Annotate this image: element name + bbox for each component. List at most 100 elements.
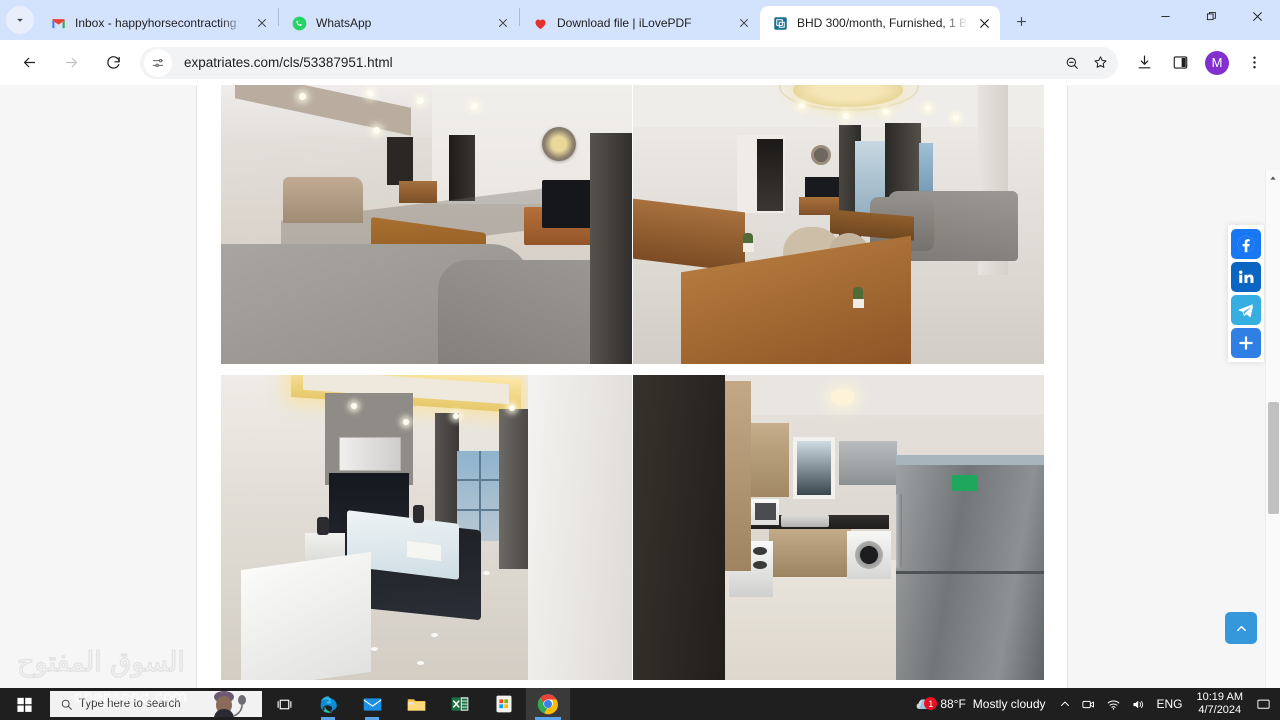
- reload-icon: [106, 56, 120, 69]
- scrollbar-thumb[interactable]: [1268, 402, 1279, 514]
- maximize-button[interactable]: [1188, 0, 1234, 32]
- taskbar-app-chrome[interactable]: [526, 688, 570, 720]
- omnibox-actions: [1058, 49, 1114, 77]
- kitchen-sink: [781, 515, 829, 527]
- taskbar-app-store[interactable]: [482, 688, 526, 720]
- ceiling-light: [831, 389, 855, 405]
- taskbar-app-mail[interactable]: [350, 688, 394, 720]
- whatsapp-icon: [291, 15, 307, 31]
- start-button[interactable]: [0, 688, 48, 720]
- tab-close-icon[interactable]: [252, 13, 272, 33]
- windows-logo-icon: [16, 697, 32, 712]
- arrow-right-icon: [65, 57, 77, 68]
- floor-reflection: [483, 571, 490, 575]
- tab-close-icon[interactable]: [493, 13, 513, 33]
- zoom-button[interactable]: [1058, 49, 1086, 77]
- share-telegram-button[interactable]: [1231, 295, 1261, 325]
- opensooq-watermark: السوق المفتوح: [16, 646, 185, 678]
- refrigerator-door-divider: [896, 571, 1044, 574]
- tab-close-icon[interactable]: [974, 13, 994, 33]
- url-text[interactable]: expatriates.com/cls/53387951.html: [184, 55, 1058, 70]
- share-facebook-button[interactable]: [1231, 229, 1261, 259]
- ceiling-light: [471, 103, 478, 110]
- side-panel-button[interactable]: [1165, 48, 1195, 78]
- minimize-button[interactable]: [1142, 0, 1188, 32]
- ceiling-light: [843, 113, 849, 119]
- taskbar-app-excel[interactable]: [438, 688, 482, 720]
- task-view-button[interactable]: [262, 688, 306, 720]
- wifi-icon: [1107, 700, 1119, 710]
- search-box-watermark: opensooq.com: [74, 688, 188, 707]
- weather-widget[interactable]: 1 88°F Mostly cloudy: [909, 694, 1053, 714]
- clock-widget[interactable]: 10:19 AM 4/7/2024: [1189, 691, 1251, 717]
- taskbar-app-file-explorer[interactable]: [394, 688, 438, 720]
- site-info-button[interactable]: [144, 48, 172, 77]
- base-cabinet: [769, 529, 851, 577]
- tab-search-button[interactable]: [6, 6, 34, 34]
- tab-title: Download file | iLovePDF: [557, 16, 692, 30]
- forward-button[interactable]: [55, 47, 87, 79]
- listing-photo-dining-area[interactable]: [633, 85, 1044, 364]
- page-scrollbar[interactable]: [1265, 170, 1280, 688]
- ilovepdf-icon: [532, 15, 548, 31]
- tab-download-file-ilovepdf[interactable]: Download file | iLovePDF: [520, 6, 760, 40]
- scrollbar-up-arrow[interactable]: [1266, 170, 1280, 186]
- restore-icon: [1206, 11, 1216, 20]
- clock-date: 4/7/2024: [1198, 704, 1242, 716]
- wall-mirror: [811, 145, 831, 165]
- chevron-down-icon: [17, 18, 23, 22]
- back-to-top-button[interactable]: [1225, 612, 1257, 644]
- star-icon: [1093, 56, 1107, 68]
- expatriates-icon: [772, 15, 788, 31]
- listing-photo-kitchen[interactable]: [633, 375, 1044, 680]
- range-hood: [839, 441, 897, 485]
- tab-bhd-300-month-furnished[interactable]: BHD 300/month, Furnished, 1 B: [760, 6, 1000, 40]
- tab-inbox-happyhorsecontracting[interactable]: Inbox - happyhorsecontracting: [38, 6, 278, 40]
- curtain-right: [499, 409, 529, 569]
- show-hidden-icons-button[interactable]: [1054, 688, 1076, 720]
- ceiling-light: [373, 127, 380, 134]
- ceiling-light: [509, 405, 515, 411]
- weather-condition: Mostly cloudy: [972, 697, 1046, 711]
- ceiling-light: [925, 105, 931, 111]
- plus-icon: [1016, 16, 1026, 26]
- notifications-button[interactable]: [1251, 688, 1276, 720]
- new-tab-button[interactable]: [1006, 6, 1036, 36]
- volume-button[interactable]: [1126, 688, 1151, 720]
- white-dresser: [241, 551, 371, 680]
- window-mullion: [457, 479, 505, 481]
- back-button[interactable]: [13, 47, 45, 79]
- reload-button[interactable]: [97, 47, 129, 79]
- refrigerator-handle: [896, 493, 902, 569]
- tab-whatsapp[interactable]: WhatsApp: [279, 6, 519, 40]
- microsoft-store-icon: [496, 695, 512, 713]
- ceiling-light: [953, 115, 959, 121]
- ceiling-light: [299, 93, 306, 100]
- stove-burner: [753, 547, 767, 555]
- listing-photo-living-room[interactable]: [221, 85, 632, 364]
- language-indicator[interactable]: ENG: [1151, 697, 1189, 711]
- television: [805, 177, 839, 199]
- foreground-cabinet: [633, 375, 725, 680]
- close-button[interactable]: [1234, 0, 1280, 32]
- ceiling-light: [453, 413, 459, 419]
- edge-icon: [320, 695, 337, 713]
- chrome-menu-button[interactable]: [1239, 48, 1269, 78]
- meet-now-button[interactable]: [1076, 688, 1101, 720]
- tab-list: Inbox - happyhorsecontracting WhatsApp D…: [38, 0, 1142, 40]
- open-doorway: [757, 139, 783, 211]
- clock-time: 10:19 AM: [1196, 691, 1243, 703]
- share-more-button[interactable]: [1231, 328, 1261, 358]
- taskbar-app-edge[interactable]: [306, 688, 350, 720]
- share-linkedin-button[interactable]: [1231, 262, 1261, 292]
- plant-pot: [743, 243, 754, 252]
- ceiling-light: [417, 97, 424, 104]
- downloads-button[interactable]: [1129, 48, 1159, 78]
- tab-close-icon[interactable]: [734, 13, 754, 33]
- profile-avatar[interactable]: M: [1205, 50, 1229, 75]
- address-bar[interactable]: expatriates.com/cls/53387951.html: [140, 46, 1118, 79]
- floor-reflection: [431, 633, 438, 637]
- bookmark-button[interactable]: [1086, 49, 1114, 77]
- listing-photo-bedroom[interactable]: [221, 375, 632, 680]
- network-button[interactable]: [1101, 688, 1126, 720]
